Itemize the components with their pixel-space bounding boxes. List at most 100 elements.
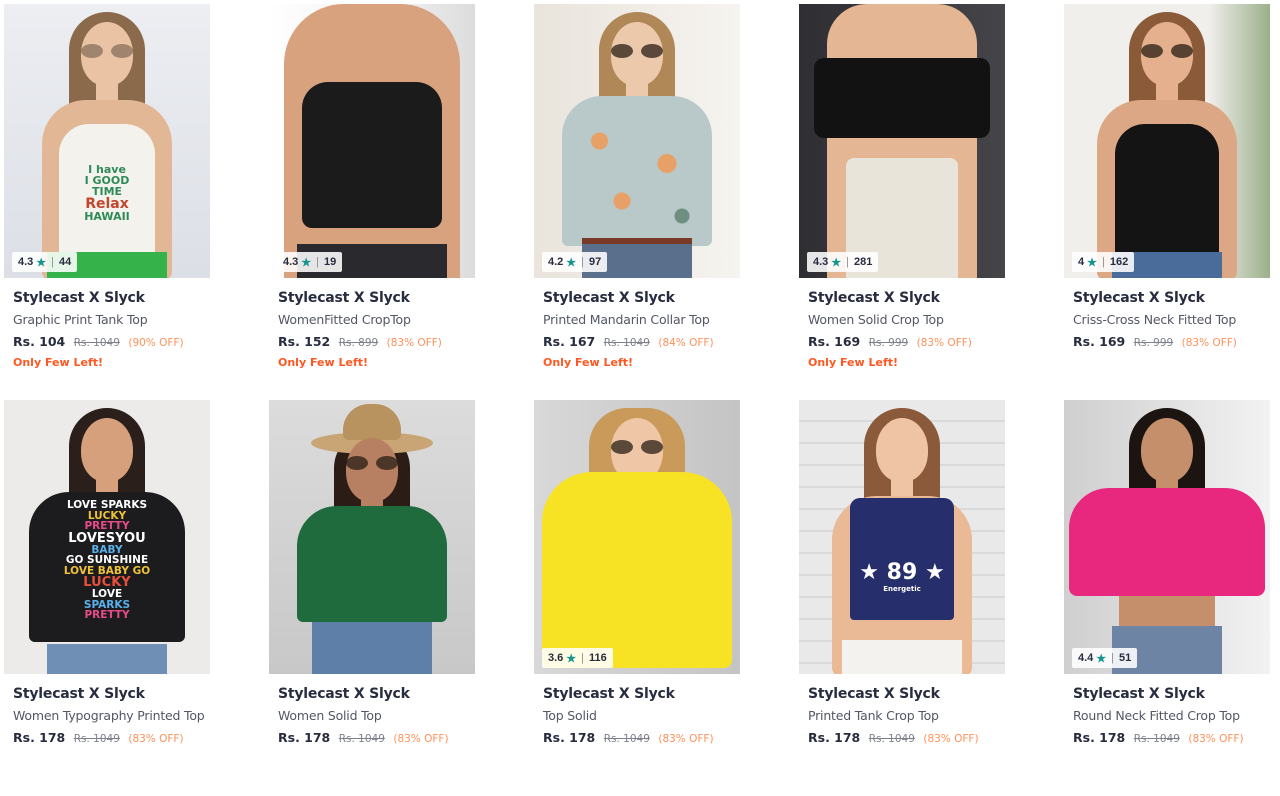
selling-price: Rs. 178 — [808, 730, 861, 745]
product-card[interactable]: 4.3 ★ | 19 Stylecast X Slyck WomenFitted… — [269, 4, 475, 400]
rating-count: 162 — [1109, 256, 1129, 268]
garment — [542, 472, 732, 668]
garment-bottom — [312, 622, 432, 674]
price-row: Rs. 152 Rs. 899 (83% OFF) — [278, 334, 475, 350]
price-row: Rs. 178 Rs. 1049 (83% OFF) — [278, 730, 475, 746]
product-image[interactable]: 4.4 ★ | 51 — [1064, 400, 1270, 674]
rating-badge: 4.3 ★ | 19 — [277, 252, 343, 272]
rating-score: 3.6 — [548, 652, 564, 664]
rating-divider: | — [581, 652, 585, 664]
star-icon: ★ — [36, 256, 47, 269]
discount-percent: (83% OFF) — [1181, 337, 1237, 349]
product-card[interactable]: 3.6 ★ | 116 Stylecast X Slyck Top Solid … — [534, 400, 740, 796]
sunglasses — [1139, 44, 1195, 58]
stock-note — [1073, 355, 1270, 370]
product-brand: Stylecast X Slyck — [808, 290, 940, 306]
product-info: Stylecast X Slyck Printed Mandarin Colla… — [534, 278, 740, 370]
mrp-price: Rs. 1049 — [603, 733, 650, 745]
product-card[interactable]: ★ 89 ★ Energetic Stylecast X Slyck Print… — [799, 400, 1005, 796]
product-image[interactable]: LOVE SPARKS LUCKY PRETTY LOVESYOU BABY G… — [4, 400, 210, 674]
star-icon: ★ — [301, 256, 312, 269]
product-image[interactable]: 4.3 ★ | 19 — [269, 4, 475, 278]
product-image[interactable]: 4.3 ★ | 281 — [799, 4, 1005, 278]
product-image[interactable]: I have I GOOD TIME Relax HAWAII 4.3 ★ | … — [4, 4, 210, 278]
price-row: Rs. 104 Rs. 1049 (90% OFF) — [13, 334, 210, 350]
product-name: Women Typography Printed Top — [13, 708, 205, 723]
product-image[interactable]: ★ 89 ★ Energetic — [799, 400, 1005, 674]
product-name: Top Solid — [543, 708, 597, 723]
rating-divider: | — [846, 256, 850, 268]
product-image[interactable] — [269, 400, 475, 674]
product-image[interactable]: 4.2 ★ | 97 — [534, 4, 740, 278]
print-line: Energetic — [883, 585, 921, 593]
stock-note: Only Few Left! — [808, 356, 899, 369]
price-row: Rs. 178 Rs. 1049 (83% OFF) — [543, 730, 740, 746]
rating-count: 44 — [59, 256, 72, 268]
product-name: Women Solid Crop Top — [808, 312, 944, 327]
product-grid: I have I GOOD TIME Relax HAWAII 4.3 ★ | … — [4, 4, 1276, 796]
product-brand: Stylecast X Slyck — [543, 290, 675, 306]
rating-badge: 4.3 ★ | 44 — [12, 252, 78, 272]
mrp-price: Rs. 1049 — [603, 337, 650, 349]
rating-badge: 4.3 ★ | 281 — [807, 252, 879, 272]
product-card[interactable]: Stylecast X Slyck Women Solid Top Rs. 17… — [269, 400, 475, 796]
mrp-price: Rs. 1049 — [868, 733, 915, 745]
product-info: Stylecast X Slyck Women Typography Print… — [4, 674, 210, 746]
product-brand: Stylecast X Slyck — [278, 290, 410, 306]
garment — [850, 498, 954, 620]
garment-print: I have I GOOD TIME Relax HAWAII — [62, 164, 152, 222]
rating-score: 4.3 — [18, 256, 34, 268]
selling-price: Rs. 178 — [543, 730, 596, 745]
product-info: Stylecast X Slyck Top Solid Rs. 178 Rs. … — [534, 674, 740, 746]
rating-divider: | — [581, 256, 585, 268]
product-card[interactable]: 4 ★ | 162 Stylecast X Slyck Criss-Cross … — [1064, 4, 1270, 400]
discount-percent: (84% OFF) — [658, 337, 714, 349]
rating-count: 19 — [324, 256, 337, 268]
rating-badge: 4.2 ★ | 97 — [542, 252, 608, 272]
selling-price: Rs. 104 — [13, 334, 66, 349]
product-name: Printed Tank Crop Top — [808, 708, 939, 723]
star-icon: ★ — [566, 256, 577, 269]
discount-percent: (83% OFF) — [128, 733, 184, 745]
product-name: WomenFitted CropTop — [278, 312, 411, 327]
discount-percent: (90% OFF) — [128, 337, 184, 349]
garment — [562, 96, 712, 246]
rating-score: 4.2 — [548, 256, 564, 268]
model-midriff — [1119, 596, 1215, 630]
mrp-price: Rs. 999 — [1133, 337, 1174, 349]
rating-count: 281 — [854, 256, 873, 268]
garment-bottom — [47, 644, 167, 674]
print-line: ★ 89 ★ — [859, 560, 945, 585]
product-card[interactable]: I have I GOOD TIME Relax HAWAII 4.3 ★ | … — [4, 4, 210, 400]
price-row: Rs. 167 Rs. 1049 (84% OFF) — [543, 334, 740, 350]
product-brand: Stylecast X Slyck — [13, 290, 145, 306]
selling-price: Rs. 178 — [1073, 730, 1126, 745]
price-row: Rs. 169 Rs. 999 (83% OFF) — [1073, 334, 1270, 350]
product-card[interactable]: 4.3 ★ | 281 Stylecast X Slyck Women Soli… — [799, 4, 1005, 400]
rating-score: 4.3 — [283, 256, 299, 268]
rating-badge: 4 ★ | 162 — [1072, 252, 1135, 272]
discount-percent: (83% OFF) — [393, 733, 449, 745]
star-icon: ★ — [831, 256, 842, 269]
product-card[interactable]: LOVE SPARKS LUCKY PRETTY LOVESYOU BABY G… — [4, 400, 210, 796]
selling-price: Rs. 178 — [278, 730, 331, 745]
print-line: GO SUNSHINE — [65, 554, 149, 566]
product-info: Stylecast X Slyck Graphic Print Tank Top… — [4, 278, 210, 370]
discount-percent: (83% OFF) — [923, 733, 979, 745]
print-line: HAWAII — [84, 210, 130, 223]
selling-price: Rs. 169 — [1073, 334, 1126, 349]
price-row: Rs. 178 Rs. 1049 (83% OFF) — [1073, 730, 1270, 746]
garment — [1069, 488, 1265, 596]
rating-divider: | — [1102, 256, 1105, 268]
product-card[interactable]: 4.2 ★ | 97 Stylecast X Slyck Printed Man… — [534, 4, 740, 400]
rating-count: 97 — [589, 256, 602, 268]
product-card[interactable]: 4.4 ★ | 51 Stylecast X Slyck Round Neck … — [1064, 400, 1270, 796]
product-image[interactable]: 3.6 ★ | 116 — [534, 400, 740, 674]
discount-percent: (83% OFF) — [658, 733, 714, 745]
product-image[interactable]: 4 ★ | 162 — [1064, 4, 1270, 278]
rating-count: 116 — [589, 652, 607, 664]
product-brand: Stylecast X Slyck — [808, 686, 940, 702]
print-line: LOVE — [91, 588, 123, 600]
product-info: Stylecast X Slyck Women Solid Crop Top R… — [799, 278, 1005, 370]
rating-badge: 4.4 ★ | 51 — [1072, 648, 1138, 668]
